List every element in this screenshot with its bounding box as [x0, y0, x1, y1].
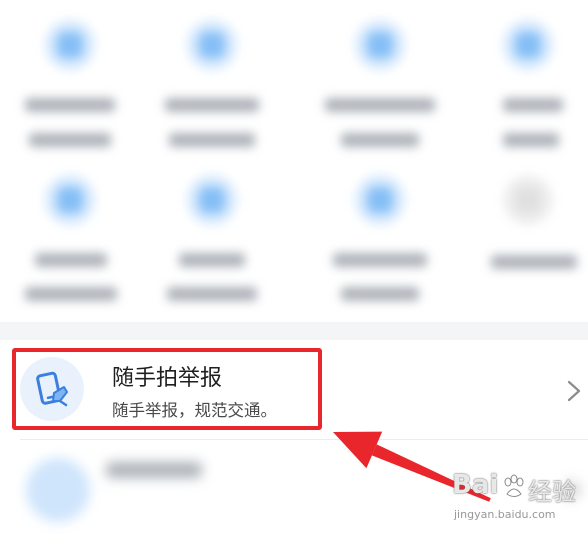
app-icon [355, 20, 405, 70]
watermark-brand-cn: 经验 [528, 478, 576, 506]
app-icon [45, 175, 95, 225]
blurred-label [325, 98, 435, 112]
blurred-label [25, 98, 115, 112]
chevron-right-icon [567, 380, 581, 402]
grid-item[interactable] [315, 175, 445, 325]
blurred-label [35, 253, 107, 267]
watermark-url: jingyan.baidu.com [454, 508, 556, 521]
app-icon [503, 175, 553, 225]
grid-item[interactable] [147, 175, 277, 325]
blurred-label [503, 133, 559, 147]
paw-icon [504, 474, 524, 497]
blurred-label [169, 133, 255, 147]
blurred-label [503, 98, 563, 112]
blurred-label [167, 287, 257, 301]
blurred-label [165, 98, 259, 112]
section-divider [0, 322, 588, 340]
watermark-brand: Bai [452, 470, 499, 500]
grid-item[interactable] [5, 20, 135, 170]
blurred-label [341, 133, 419, 147]
blurred-label [29, 133, 111, 147]
blurred-label [179, 253, 245, 267]
blurred-label [333, 253, 427, 267]
grid-item[interactable] [455, 175, 585, 325]
watermark-logo: Bai 经验 jingyan.baidu.com [452, 470, 586, 532]
app-icon [26, 458, 90, 522]
grid-item[interactable] [147, 20, 277, 170]
grid-item[interactable] [315, 20, 445, 170]
app-icon [187, 175, 237, 225]
blurred-label [25, 287, 117, 301]
blurred-label [106, 462, 202, 478]
app-screen: 随手拍举报 随手举报，规范交通。 Bai 经验 jingyan.baidu.co… [0, 0, 588, 536]
blurred-label [491, 255, 577, 269]
app-icon [45, 20, 95, 70]
grid-item[interactable] [5, 175, 135, 325]
app-icon [503, 20, 553, 70]
blurred-label [341, 287, 419, 301]
grid-item[interactable] [455, 20, 585, 170]
app-icon [355, 175, 405, 225]
app-icon [187, 20, 237, 70]
highlight-box [12, 348, 322, 430]
